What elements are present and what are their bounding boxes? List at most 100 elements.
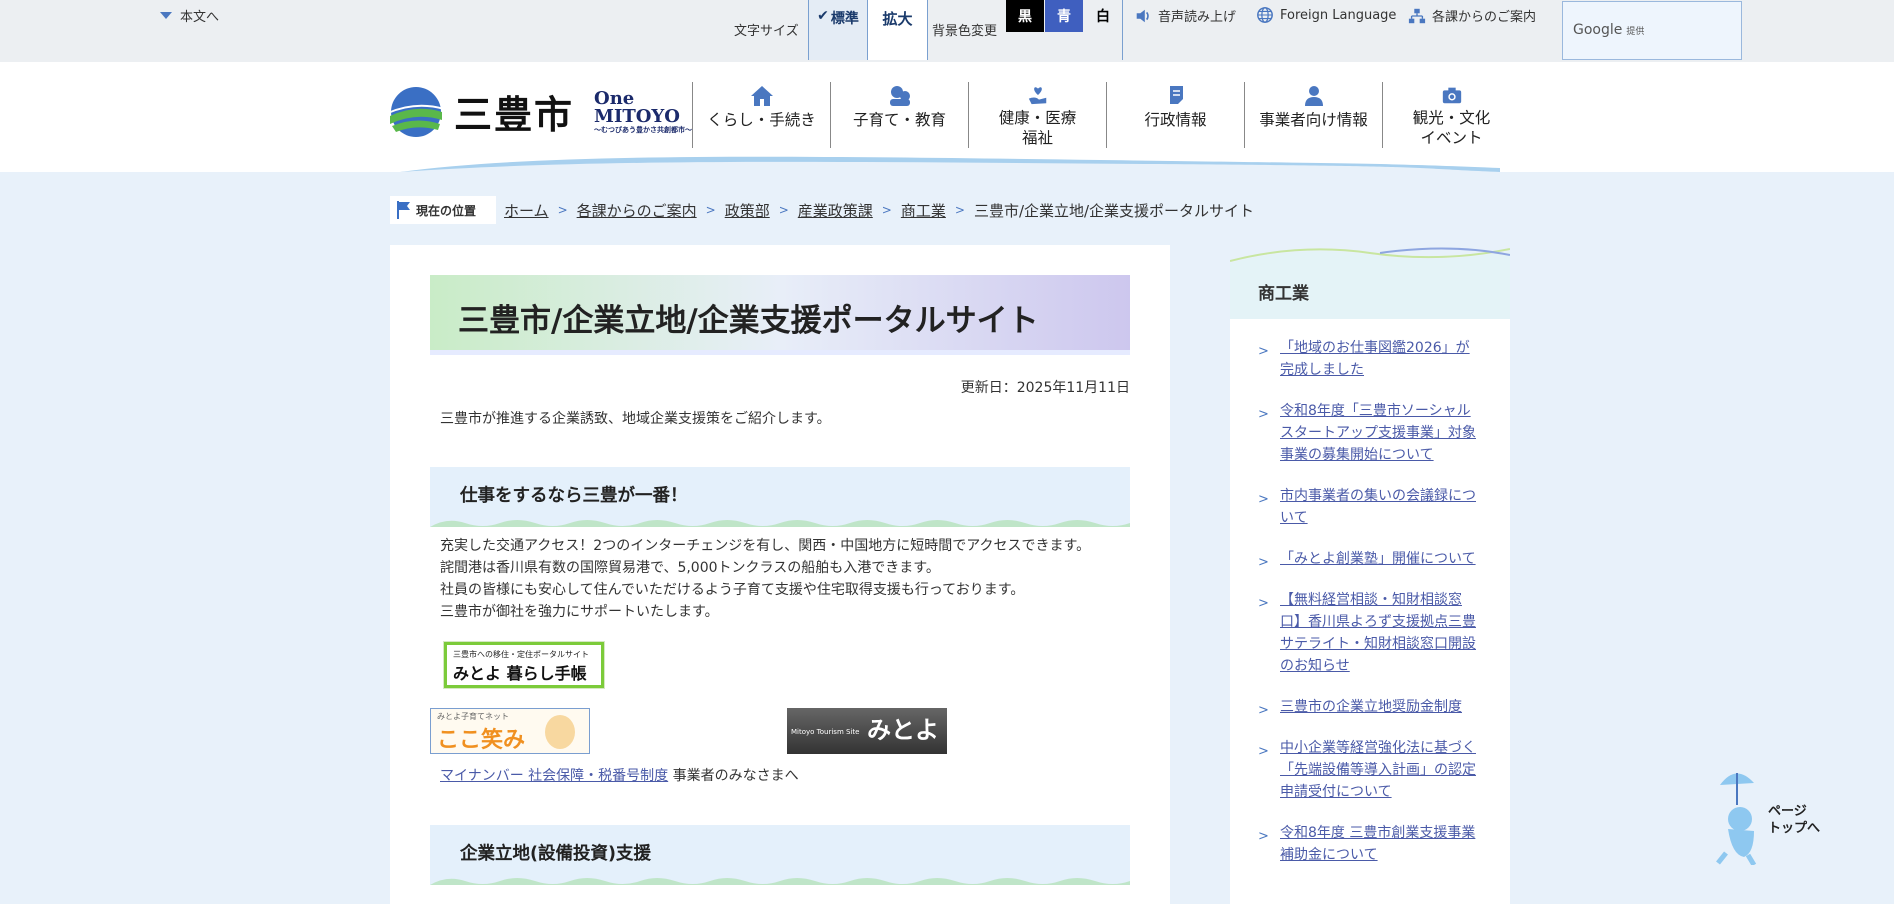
sidebar-link[interactable]: 【無料経営相談・知財相談窓口】香川県よろず支援拠点三豊サテライト・知財相談窓口開… (1280, 592, 1476, 674)
breadcrumb-home[interactable]: ホーム (504, 200, 549, 221)
department-guide-link[interactable]: 各課からのご案内 (1408, 6, 1536, 25)
foreign-language-label: Foreign Language (1280, 7, 1397, 23)
font-standard-button[interactable]: ✔ 標準 (808, 0, 868, 60)
nav-childcare-label: 子育て・教育 (852, 111, 946, 129)
wave-decoration (430, 878, 1130, 885)
nav-administration[interactable]: 行政情報 (1106, 82, 1244, 148)
utility-bar: 本文へ 文字サイズ ✔ 標準 拡大 背景色変更 黒 青 白 音声読み上げ For… (0, 0, 1894, 62)
page-top-label-line2: トップへ (1768, 821, 1821, 836)
skip-to-content-link[interactable]: 本文へ (160, 6, 219, 25)
logo-tagline: 〜むつびあう豊かさ共創都市〜 (594, 125, 693, 134)
section-heading-work-label: 仕事をするなら三豊が一番！ (460, 486, 688, 506)
skip-link-label: 本文へ (180, 10, 220, 25)
chevron-right-icon: > (705, 203, 716, 217)
font-size-label: 文字サイズ (734, 24, 799, 39)
mynumber-link[interactable]: マイナンバー 社会保障・税番号制度 (440, 768, 668, 784)
sidebar-wave-decoration (1230, 245, 1510, 263)
global-nav: くらし・手続き 子育て・教育 健康・医療 福祉 行政情報 事業者向け情報 観光・… (692, 82, 1520, 148)
mitoyo-banner-big: みとよ (867, 716, 939, 744)
triangle-down-icon (160, 12, 172, 19)
google-provided-label: 提供 (1626, 27, 1645, 37)
mitoyo-tourism-banner[interactable]: Mitoyo Tourism Site みとよ (787, 708, 947, 754)
sidebar-link[interactable]: 市内事業者の集いの会議録について (1280, 488, 1476, 526)
nav-health-label: 健康・医療 福祉 (998, 109, 1077, 147)
sidebar-title: 商工業 (1258, 284, 1309, 304)
business-person-icon (1304, 86, 1323, 106)
current-location-badge: 現在の位置 (390, 196, 496, 224)
intro-text: 三豊市が推進する企業誘致、地域企業支援策をご紹介します。 (440, 411, 831, 427)
section-heading-siting-label: 企業立地(設備投資)支援 (460, 844, 651, 864)
font-standard-label: 標準 (830, 11, 859, 27)
body-line: 三豊市が御社を強力にサポートいたします。 (440, 604, 719, 620)
list-item: > 令和8年度「三豊市ソーシャルスタートアップ支援事業」対象事業の募集開始について (1230, 400, 1510, 466)
section-heading-siting: 企業立地(設備投資)支援 (430, 825, 1130, 885)
sidebar-link[interactable]: 中小企業等経営強化法に基づく「先端設備等導入計画」の認定申請受付について (1280, 740, 1476, 800)
mynumber-line: マイナンバー 社会保障・税番号制度 事業者のみなさまへ (440, 765, 799, 785)
nav-living[interactable]: くらし・手続き (692, 82, 830, 148)
chevron-right-icon: > (954, 203, 965, 217)
section-work-body: 充実した交通アクセス！2つのインターチェンジを有し、関西・中国地方に短時間でアク… (440, 535, 1090, 623)
sidebar-link[interactable]: 令和8年度「三豊市ソーシャルスタートアップ支援事業」対象事業の募集開始について (1280, 403, 1476, 463)
body-line: 社員の皆様にも安心して住んでいただけるよう子育て支援や住宅取得支援も行っておりま… (440, 582, 1025, 598)
site-logo[interactable]: 三豊市 One MITOYO 〜むつびあう豊かさ共創都市〜 (388, 84, 692, 139)
list-item: > 令和8年度 三豊市創業支援事業補助金について (1230, 822, 1510, 866)
bg-blue-button[interactable]: 青 (1045, 0, 1083, 32)
page-top-label-line1: ページ (1768, 804, 1807, 819)
read-aloud-label: 音声読み上げ (1158, 10, 1237, 25)
breadcrumb-department-guide[interactable]: 各課からのご案内 (577, 200, 697, 221)
breadcrumb-policy-dept[interactable]: 政策部 (725, 200, 770, 221)
wave-decoration (430, 520, 1130, 527)
heart-hand-icon (1028, 87, 1046, 105)
breadcrumb-industry-policy[interactable]: 産業政策課 (798, 200, 873, 221)
page-top-label: ページ トップへ (1768, 803, 1820, 837)
flag-document-icon (1169, 86, 1183, 104)
breadcrumb-commerce[interactable]: 商工業 (901, 200, 946, 221)
header-wave-decoration (400, 156, 1500, 172)
nav-childcare[interactable]: 子育て・教育 (830, 82, 968, 148)
foreign-language-link[interactable]: Foreign Language (1256, 6, 1396, 24)
sidebar-header: 商工業 (1230, 245, 1510, 319)
sidebar-link[interactable]: 三豊市の企業立地奨励金制度 (1280, 699, 1462, 715)
bg-color-label: 背景色変更 (932, 24, 998, 39)
nav-health[interactable]: 健康・医療 福祉 (968, 82, 1106, 148)
kurashi-banner-big: みとよ 暮らし手帳 (453, 664, 587, 683)
nav-administration-label: 行政情報 (1144, 111, 1207, 129)
list-item: > 三豊市の企業立地奨励金制度 (1230, 696, 1510, 718)
main-content: 三豊市/企業立地/企業支援ポータルサイト 更新日：2025年11月11日 三豊市… (390, 245, 1170, 904)
nav-business-label: 事業者向け情報 (1259, 111, 1368, 129)
list-item: > 中小企業等経営強化法に基づく「先端設備等導入計画」の認定申請受付について (1230, 737, 1510, 803)
bg-black-button[interactable]: 黒 (1006, 0, 1044, 32)
kokoemi-banner[interactable]: みとよ子育てネット ここ笑み (430, 708, 590, 754)
org-chart-icon (1408, 8, 1426, 23)
nav-tourism[interactable]: 観光・文化 イベント (1382, 82, 1520, 148)
body-line: 充実した交通アクセス！2つのインターチェンジを有し、関西・中国地方に短時間でアク… (440, 538, 1091, 554)
logo-text: 三豊市 (454, 92, 575, 137)
baby-illustration-icon (545, 715, 575, 749)
sidebar-link[interactable]: 「地域のお仕事図鑑2026」が完成しました (1280, 340, 1470, 378)
list-item: > 市内事業者の集いの会議録について (1230, 485, 1510, 529)
sidebar-link[interactable]: 令和8年度 三豊市創業支援事業補助金について (1280, 825, 1475, 863)
list-item: > 「みとよ創業塾」開催について (1230, 548, 1510, 570)
department-guide-label: 各課からのご案内 (1432, 10, 1537, 25)
sidebar-link[interactable]: 「みとよ創業塾」開催について (1280, 551, 1476, 567)
page-title: 三豊市/企業立地/企業支援ポータルサイト (430, 275, 1130, 355)
speaker-icon (1136, 9, 1149, 22)
logo-mitoyo-word: MITOYO (594, 106, 680, 127)
font-large-button[interactable]: 拡大 (868, 0, 928, 60)
page-top-button[interactable]: ページ トップへ (1710, 765, 1820, 867)
house-icon (750, 86, 773, 106)
google-translate-box[interactable]: Google 提供 (1562, 1, 1742, 60)
kurashi-techo-banner[interactable]: 三豊市への移住・定住ポータルサイト みとよ 暮らし手帳 (443, 641, 605, 689)
bg-white-button[interactable]: 白 (1084, 0, 1122, 32)
children-icon (889, 86, 910, 106)
sidebar: 商工業 > 「地域のお仕事図鑑2026」が完成しました > 令和8年度「三豊市ソーシ… (1230, 245, 1510, 904)
updated-date: 更新日：2025年11月11日 (960, 380, 1130, 396)
chevron-right-icon: > (1258, 492, 1269, 507)
kurashi-banner-small: 三豊市への移住・定住ポータルサイト (453, 650, 589, 659)
nav-business[interactable]: 事業者向け情報 (1244, 82, 1382, 148)
mascot-umbrella-icon (1716, 773, 1757, 867)
read-aloud-link[interactable]: 音声読み上げ (1134, 6, 1236, 25)
breadcrumb: 現在の位置 ホーム > 各課からのご案内 > 政策部 > 産業政策課 > 商工業… (390, 196, 1254, 224)
chevron-right-icon: > (881, 203, 892, 217)
mynumber-suffix: 事業者のみなさまへ (668, 768, 799, 784)
